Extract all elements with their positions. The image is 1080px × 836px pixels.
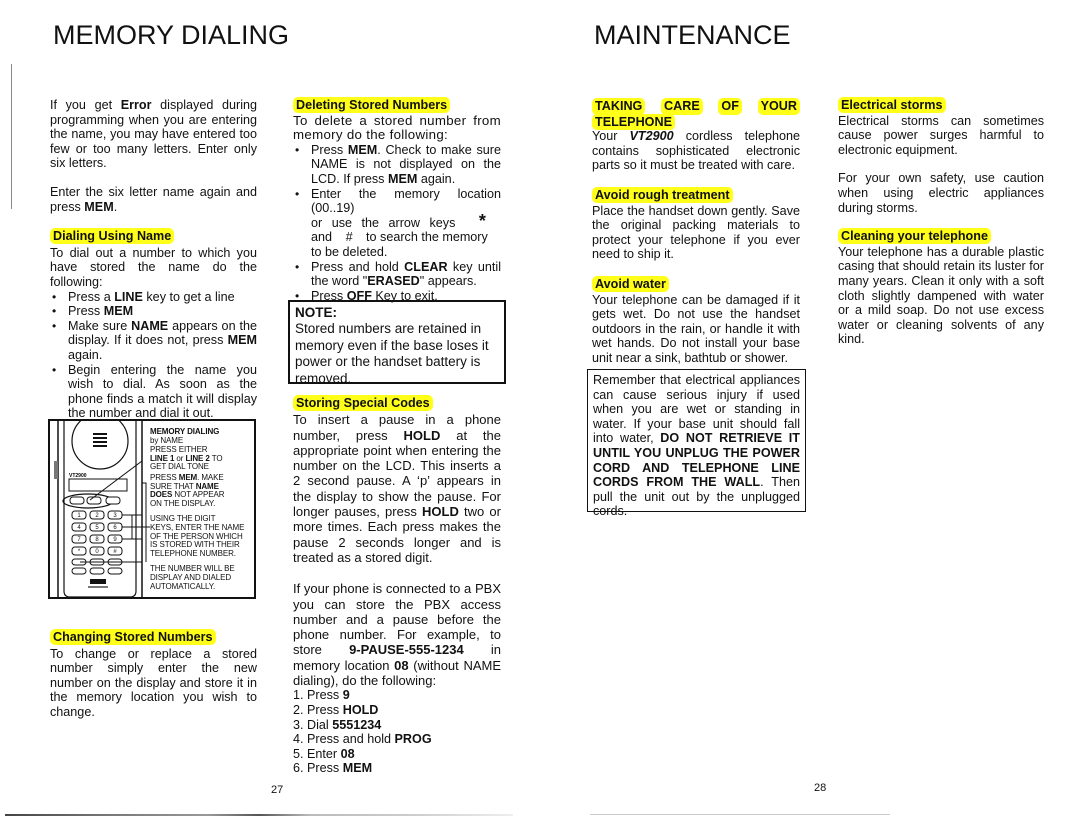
pbx-steps-list: 1. Press 9 2. Press HOLD 3. Dial 5551234… [293, 688, 501, 776]
error-paragraph: If you get Error displayed during progra… [50, 98, 258, 171]
list-item: Press MEM [50, 304, 257, 319]
section-heading-storing-special-codes: Storing Special Codes [293, 395, 501, 411]
pause-paragraph: To insert a pause in a phone number, pre… [293, 412, 501, 565]
list-item: 5. Enter 08 [293, 746, 355, 761]
reenter-paragraph: Enter the six letter name again and pres… [50, 184, 257, 214]
section-heading-avoid-rough-treatment: Avoid rough treatment [592, 186, 800, 203]
figure-caption: MEMORY DIALING by NAME PRESS EITHER LINE… [150, 427, 245, 591]
list-item: 2. Press HOLD [293, 702, 379, 717]
list-item: 1. Press 9 [293, 688, 350, 703]
note-box: NOTE: Stored numbers are retained in mem… [288, 300, 506, 386]
section-heading-cleaning: Cleaning your telephone [838, 228, 1044, 245]
section-heading-changing-stored-numbers: Changing Stored Numbers [50, 629, 257, 645]
left-column-2: Deleting Stored Numbers To delete a stor… [293, 97, 501, 304]
storing-special-codes-section: Storing Special Codes To insert a pause … [293, 395, 501, 776]
page-number-left: 27 [271, 784, 284, 796]
list-item: Press a LINE key to get a line [50, 290, 257, 305]
dialing-intro: To dial out a number to which you have s… [50, 245, 257, 289]
warning-box: Remember that electrical appliances can … [587, 369, 806, 518]
list-item: 3. Dial 5551234 [293, 717, 382, 732]
list-item: Make sure NAME appears on the display. I… [50, 319, 257, 363]
changing-stored-numbers-section: Changing Stored Numbers To change or rep… [50, 629, 257, 719]
dialing-steps-list: Press a LINE key to get a line Press MEM… [50, 290, 257, 421]
section-heading-taking-care: TAKING CARE OF YOUR [592, 98, 800, 115]
left-column-1: If you get Error displayed during progra… [50, 98, 257, 421]
section-heading-avoid-water: Avoid water [592, 275, 800, 292]
scan-margin-line [11, 64, 12, 209]
page-title-memory-dialing: MEMORY DIALING [53, 20, 290, 50]
star-key-icon: * [478, 210, 486, 231]
taking-care-paragraph: Your VT2900 cordless telephone contains … [592, 129, 801, 173]
right-column-1: TAKING CARE OF YOUR TELEPHONE Your VT290… [592, 98, 801, 365]
scan-artifact-line [5, 814, 513, 816]
section-heading-deleting-stored-numbers: Deleting Stored Numbers [293, 97, 501, 113]
delete-steps-list: Press MEM. Check to make sure NAME is no… [293, 143, 501, 304]
list-item: Enter the memory location (00..19) or us… [293, 187, 501, 260]
handset-illustration-icon: VT2900 123 456 789 * 0 # [54, 421, 150, 597]
right-column-2: Electrical storms Electrical storms can … [838, 97, 1044, 347]
section-heading-electrical-storms: Electrical storms [838, 97, 1044, 113]
svg-text:VT2900: VT2900 [69, 473, 87, 479]
page-title-maintenance: MAINTENANCE [594, 20, 791, 50]
list-item: Begin entering the name you wish to dial… [50, 363, 257, 421]
list-item: Press MEM. Check to make sure NAME is no… [293, 143, 501, 187]
list-item: 4. Press and hold PROG [293, 732, 432, 747]
list-item: 6. Press MEM [293, 761, 373, 776]
scan-artifact-line [590, 814, 890, 815]
section-heading-dialing-using-name: Dialing Using Name [50, 228, 257, 245]
list-item: Press and hold CLEAR key until the word … [293, 260, 501, 289]
pbx-paragraph: If your phone is connected to a PBX you … [293, 581, 501, 689]
page-number-right: 28 [814, 782, 827, 794]
pound-key-icon: # [345, 230, 353, 245]
memory-dialing-figure: VT2900 123 456 789 * 0 # MEMORY DIALING by… [48, 419, 256, 599]
